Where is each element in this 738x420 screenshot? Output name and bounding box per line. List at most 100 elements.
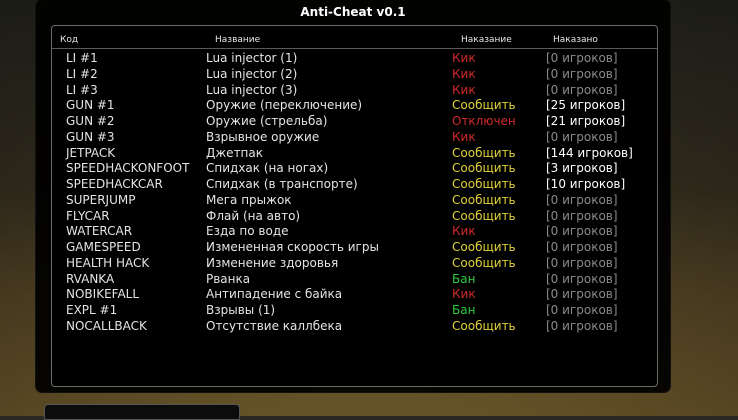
cheat-code: NOBIKEFALL <box>66 287 140 302</box>
punished-count: [25 игроков] <box>546 98 626 113</box>
cheat-name: Флай (на авто) <box>206 208 301 223</box>
cheat-code: FLYCAR <box>66 208 110 223</box>
list-item[interactable]: SUPERJUMP Мега прыжок Сообщить [0 игроков] <box>52 193 657 209</box>
cheat-code: HEALTH HACK <box>66 255 150 270</box>
cheat-punishment: Кик <box>452 287 476 302</box>
list-item[interactable]: SPEEDHACKCAR Спидхак (в транспорте) Сообщи… <box>52 177 657 193</box>
cheat-code: LI #1 <box>66 51 98 65</box>
anti-cheat-dialog: Anti-Cheat v0.1 Код Название Наказание Н… <box>36 0 670 392</box>
list-item[interactable]: EXPL #1 Взрывы (1) Бан [0 игроков] <box>52 303 657 319</box>
cheat-code: LI #3 <box>66 82 98 97</box>
cheat-punishment: Кик <box>452 82 476 97</box>
punished-count: [0 игроков] <box>546 82 618 97</box>
list-item[interactable]: FLYCAR Флай (на авто) Сообщить [0 игроков] <box>52 209 657 225</box>
cheat-name: Lua injector (1) <box>206 51 298 65</box>
cheat-punishment: Сообщить <box>452 240 516 254</box>
punished-count: [0 игроков] <box>546 318 618 333</box>
cheat-code: GUN #3 <box>66 129 115 144</box>
list-item[interactable]: GUN #3 Взрывное оружие Кик [0 игроков] <box>52 130 657 146</box>
cheat-punishment: Сообщить <box>452 98 516 113</box>
punished-count: [0 игроков] <box>546 287 618 302</box>
cheat-punishment: Кик <box>452 51 476 65</box>
punished-count: [0 игроков] <box>546 255 618 270</box>
list-item[interactable]: SPEEDHACKONFOOT Спидхак (на ногах) Сообщит… <box>52 161 657 177</box>
list-item[interactable]: LI #2 Lua injector (2) Кик [0 игроков] <box>52 67 657 83</box>
cheat-code: GUN #1 <box>66 98 115 113</box>
punished-count: [0 игроков] <box>546 129 618 144</box>
punished-count: [0 игроков] <box>546 271 618 286</box>
cheat-name: Отсутствие каллбека <box>206 318 343 333</box>
punished-count: [0 игроков] <box>546 224 618 239</box>
list-item[interactable]: GAMESPEED Измененная скорость игры Сообщит… <box>52 240 657 256</box>
cheat-name: Измененная скорость игры <box>206 240 379 254</box>
cheat-code: SPEEDHACKONFOOT <box>66 161 190 176</box>
cheat-code: LI #2 <box>66 66 98 81</box>
column-header-code: Код <box>60 35 79 45</box>
list-item[interactable]: LI #3 Lua injector (3) Кик [0 игроков] <box>52 83 657 99</box>
column-header-punished: Наказано <box>553 35 598 45</box>
cheat-punishment: Сообщить <box>452 192 516 207</box>
cheat-name: Оружие (переключение) <box>206 98 363 113</box>
cheat-name: Рванка <box>206 271 251 286</box>
cheat-code: RVANKA <box>66 271 115 286</box>
cheat-punishment: Бан <box>452 271 476 286</box>
list-item[interactable]: NOBIKEFALL Антипадение с байка Кик [0 игрок… <box>52 287 657 303</box>
cheat-code: EXPL #1 <box>66 303 118 317</box>
chat-input-tab <box>44 404 240 420</box>
punished-count: [0 игроков] <box>546 303 618 317</box>
cheat-name: Спидхак (на ногах) <box>206 161 329 176</box>
punished-count: [10 игроков] <box>546 177 626 191</box>
cheat-name: Изменение здоровья <box>206 255 339 270</box>
cheat-punishment: Сообщить <box>452 177 516 191</box>
list-item[interactable]: JETPACK Джетпак Сообщить [144 игроков] <box>52 146 657 162</box>
list-item[interactable]: GUN #1 Оружие (переключение) Сообщить [25 и… <box>52 98 657 114</box>
cheat-name: Спидхак (в транспорте) <box>206 177 358 191</box>
punished-count: [0 игроков] <box>546 208 618 223</box>
cheat-code: JETPACK <box>66 145 116 160</box>
list-item[interactable]: LI #1 Lua injector (1) Кик [0 игроков] <box>52 51 657 67</box>
list-header: Код Название Наказание Наказано <box>52 32 657 49</box>
cheat-code: SPEEDHACKCAR <box>66 177 163 191</box>
cheat-punishment: Отключен <box>452 114 516 128</box>
cheat-name: Lua injector (3) <box>206 82 298 97</box>
cheat-name: Езда по воде <box>206 224 289 239</box>
cheat-code: WATERCAR <box>66 224 133 239</box>
cheat-list[interactable]: Код Название Наказание Наказано LI #1 Lua… <box>51 25 658 387</box>
cheat-punishment: Сообщить <box>452 318 516 333</box>
cheat-code: GAMESPEED <box>66 240 141 254</box>
cheat-name: Взрывы (1) <box>206 303 276 317</box>
column-header-punishment: Наказание <box>461 35 512 45</box>
cheat-punishment: Сообщить <box>452 208 516 223</box>
punished-count: [144 игроков] <box>546 145 633 160</box>
cheat-name: Оружие (стрельба) <box>206 114 328 128</box>
list-item[interactable]: RVANKA Рванка Бан [0 игроков] <box>52 272 657 288</box>
list-item[interactable]: NOCALLBACK Отсутствие каллбека Сообщить [0 … <box>52 319 657 335</box>
cheat-punishment: Бан <box>452 303 476 317</box>
cheat-name: Lua injector (2) <box>206 66 298 81</box>
punished-count: [0 игроков] <box>546 66 618 81</box>
list-item[interactable]: GUN #2 Оружие (стрельба) Отключен [21 игрок… <box>52 114 657 130</box>
cheat-punishment: Кик <box>452 129 476 144</box>
dialog-title: Anti-Cheat v0.1 <box>300 5 406 19</box>
punished-count: [21 игроков] <box>546 114 626 128</box>
cheat-name: Мега прыжок <box>206 192 292 207</box>
cheat-punishment: Сообщить <box>452 145 516 160</box>
column-header-name: Название <box>215 35 261 45</box>
punished-count: [3 игроков] <box>546 161 618 176</box>
cheat-name: Взрывное оружие <box>206 129 320 144</box>
punished-count: [0 игроков] <box>546 51 618 65</box>
punished-count: [0 игроков] <box>546 240 618 254</box>
cheat-punishment: Кик <box>452 224 476 239</box>
cheat-name: Антипадение с байка <box>206 287 343 302</box>
cheat-code: NOCALLBACK <box>66 318 147 333</box>
punished-count: [0 игроков] <box>546 192 618 207</box>
cheat-code: SUPERJUMP <box>66 192 136 207</box>
cheat-punishment: Сообщить <box>452 255 516 270</box>
cheat-code: GUN #2 <box>66 114 115 128</box>
list-item[interactable]: HEALTH HACK Изменение здоровья Сообщить [0 … <box>52 256 657 272</box>
list-rows: LI #1 Lua injector (1) Кик [0 игроков] LI #2… <box>52 51 657 335</box>
cheat-name: Джетпак <box>206 145 264 160</box>
cheat-punishment: Кик <box>452 66 476 81</box>
list-item[interactable]: WATERCAR Езда по воде Кик [0 игроков] <box>52 224 657 240</box>
cheat-punishment: Сообщить <box>452 161 516 176</box>
